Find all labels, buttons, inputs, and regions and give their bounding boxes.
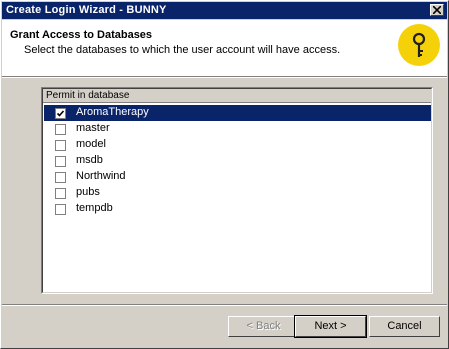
- database-checkbox[interactable]: [55, 124, 66, 135]
- close-button[interactable]: [430, 4, 444, 16]
- page-title: Grant Access to Databases: [10, 29, 153, 41]
- wizard-window: Create Login Wizard - BUNNY Grant Access…: [0, 0, 449, 349]
- list-item[interactable]: Northwind: [44, 169, 431, 185]
- database-checkbox[interactable]: [55, 172, 66, 183]
- database-name: AromaTherapy: [76, 106, 149, 118]
- list-item[interactable]: model: [44, 137, 431, 153]
- wizard-header: Grant Access to Databases Select the dat…: [2, 20, 447, 76]
- list-item[interactable]: msdb: [44, 153, 431, 169]
- list-item[interactable]: pubs: [44, 185, 431, 201]
- key-icon: [398, 24, 440, 66]
- column-header-permit[interactable]: Permit in database: [43, 89, 431, 103]
- database-checkbox[interactable]: [55, 108, 66, 119]
- database-name: pubs: [76, 186, 100, 198]
- next-button[interactable]: Next >: [294, 315, 367, 338]
- cancel-button[interactable]: Cancel: [369, 316, 440, 337]
- header-divider: [2, 76, 447, 78]
- list-item[interactable]: AromaTherapy: [44, 105, 431, 121]
- list-item[interactable]: master: [44, 121, 431, 137]
- database-name: msdb: [76, 154, 103, 166]
- database-name: tempdb: [76, 202, 113, 214]
- database-name: Northwind: [76, 170, 126, 182]
- window-title: Create Login Wizard - BUNNY: [6, 4, 167, 16]
- database-list[interactable]: Permit in database AromaTherapy master mod…: [41, 87, 433, 294]
- database-checkbox[interactable]: [55, 156, 66, 167]
- check-icon: [56, 110, 65, 117]
- close-icon: [433, 6, 441, 14]
- database-name: model: [76, 138, 106, 150]
- database-checkbox[interactable]: [55, 188, 66, 199]
- database-name: master: [76, 122, 110, 134]
- database-checkbox[interactable]: [55, 140, 66, 151]
- back-button[interactable]: < Back: [228, 316, 299, 337]
- footer-divider: [2, 304, 447, 306]
- page-subtitle: Select the databases to which the user a…: [24, 44, 341, 56]
- database-checkbox[interactable]: [55, 204, 66, 215]
- list-item[interactable]: tempdb: [44, 201, 431, 217]
- title-bar[interactable]: Create Login Wizard - BUNNY: [2, 2, 447, 19]
